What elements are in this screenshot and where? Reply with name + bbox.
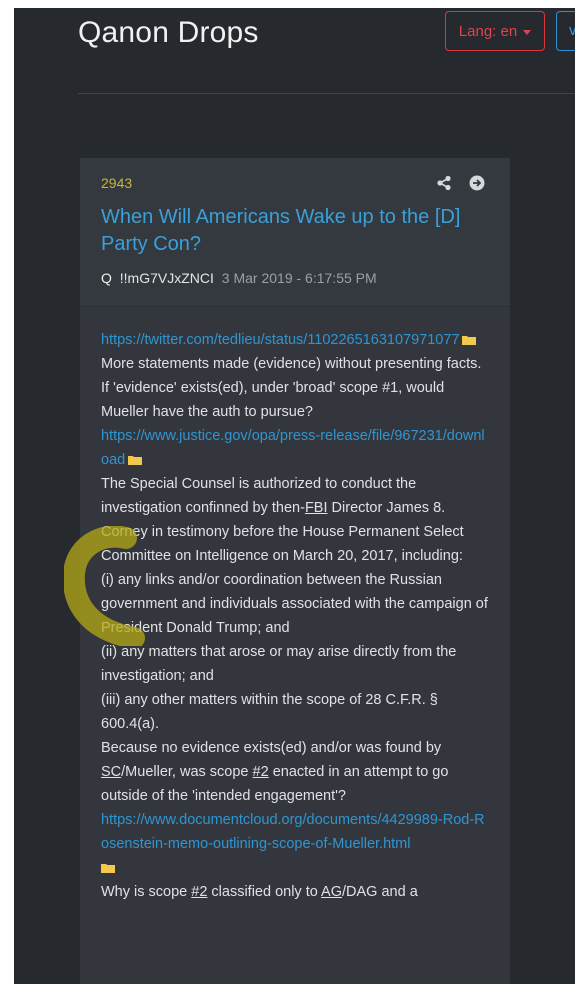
post-title[interactable]: When Will Americans Wake up to the [D] P… xyxy=(101,204,481,258)
app-window: Qanon Drops Lang: en v 2943 When Will Am… xyxy=(14,8,575,984)
post-tripcode: !!mG7VJxZNCI xyxy=(119,270,214,286)
language-dropdown-button[interactable]: Lang: en xyxy=(445,11,545,51)
language-button-label: Lang: en xyxy=(458,22,518,40)
folder-icon[interactable] xyxy=(101,863,115,873)
post-card-header: 2943 When Will Americans Wake up to the … xyxy=(80,158,510,307)
text-fragment: /DAG and a xyxy=(342,884,418,900)
header-divider xyxy=(78,93,575,94)
post-paragraph: (iii) any other matters within the scope… xyxy=(101,692,438,732)
post-author: Q xyxy=(101,270,112,286)
folder-icon[interactable] xyxy=(462,335,477,345)
post-body: https://twitter.com/tedlieu/status/11022… xyxy=(101,328,491,904)
post-link-documentcloud[interactable]: https://www.documentcloud.org/documents/… xyxy=(101,812,485,852)
abbr-sc[interactable]: SC xyxy=(101,764,121,780)
arrow-circle-right-icon[interactable] xyxy=(469,175,485,191)
ref-number[interactable]: #2 xyxy=(191,884,207,900)
ref-number[interactable]: #2 xyxy=(253,764,269,780)
abbr-ag[interactable]: AG xyxy=(321,884,342,900)
post-link-justice[interactable]: https://www.justice.gov/opa/press-releas… xyxy=(101,428,485,468)
text-fragment: classified only to xyxy=(207,884,322,900)
share-icon[interactable] xyxy=(436,175,452,191)
post-paragraph: The Special Counsel is authorized to con… xyxy=(101,472,491,568)
post-paragraph: (ii) any matters that arose or may arise… xyxy=(101,644,457,684)
text-fragment: Why is scope xyxy=(101,884,192,900)
post-paragraph: (i) any links and/or coordination betwee… xyxy=(101,572,488,636)
folder-icon[interactable] xyxy=(128,455,143,465)
caret-down-icon xyxy=(523,29,532,35)
abbr-fbi[interactable]: FBI xyxy=(305,500,328,516)
text-fragment: /Mueller, was scope xyxy=(121,764,253,780)
post-link-twitter[interactable]: https://twitter.com/tedlieu/status/11022… xyxy=(101,332,459,348)
text-fragment: Because no evidence exists(ed) and/or wa… xyxy=(101,740,442,756)
post-timestamp: 3 Mar 2019 - 6:17:55 PM xyxy=(221,270,377,286)
post-paragraph: Why is scope #2 classified only to AG/DA… xyxy=(101,880,491,904)
site-title[interactable]: Qanon Drops xyxy=(78,16,259,50)
post-number[interactable]: 2943 xyxy=(101,175,132,191)
post-meta: Q !!mG7VJxZNCI 3 Mar 2019 - 6:17:55 PM xyxy=(101,270,377,286)
post-paragraph: More statements made (evidence) without … xyxy=(101,356,482,372)
post-card: 2943 When Will Americans Wake up to the … xyxy=(80,158,510,984)
post-paragraph: If 'evidence' exists(ed), under 'broad' … xyxy=(101,380,445,420)
post-paragraph: Because no evidence exists(ed) and/or wa… xyxy=(101,736,491,808)
secondary-header-button[interactable]: v xyxy=(556,11,575,51)
